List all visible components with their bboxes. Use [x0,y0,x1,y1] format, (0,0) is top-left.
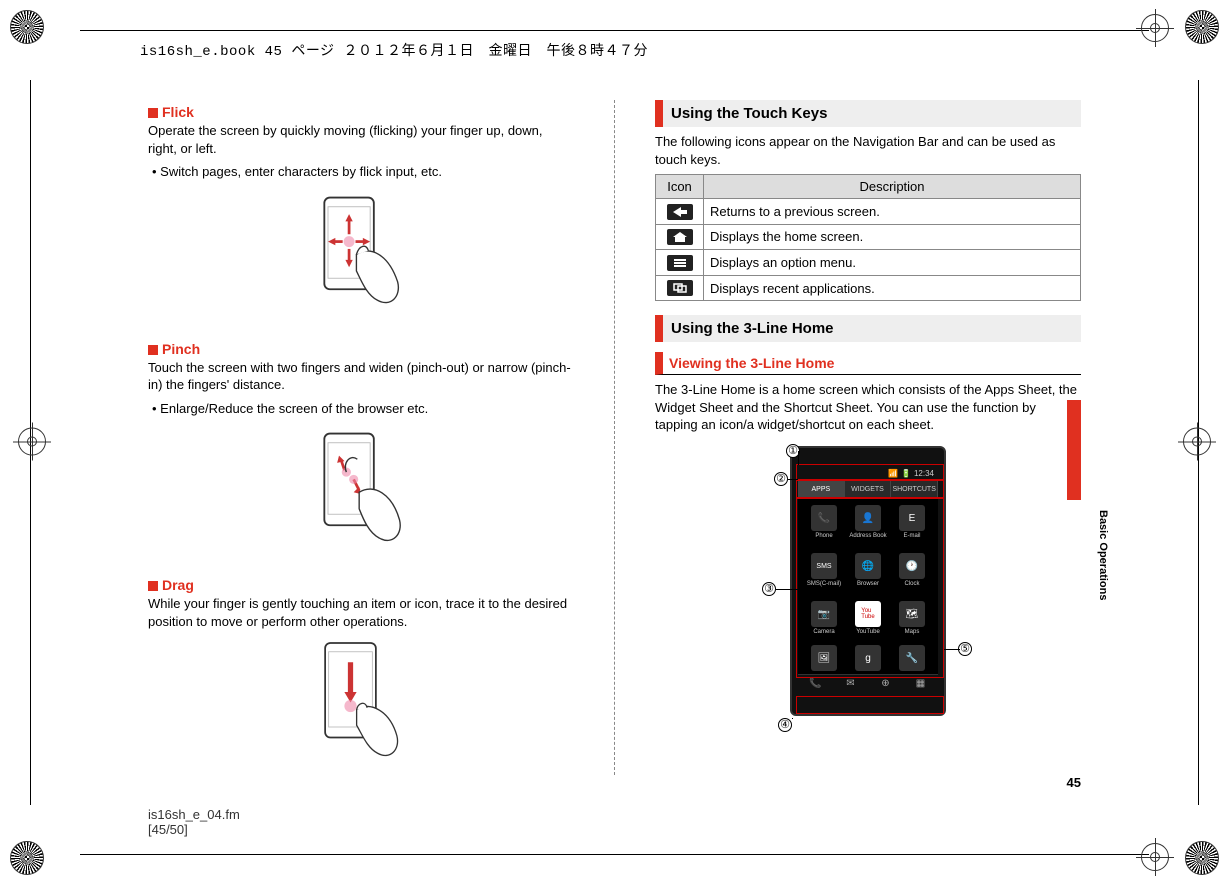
crop-rule [80,854,1149,855]
back-icon [667,204,693,220]
callout-box-tabs [796,480,944,498]
touch-key-table: Icon Description Returns to a previous s… [655,174,1081,301]
pinch-para: Touch the screen with two fingers and wi… [148,359,574,394]
menu-icon [667,255,693,271]
table-head-desc: Description [704,175,1081,199]
callout-line [776,589,798,590]
left-column: Flick Operate the screen by quickly movi… [148,100,574,775]
view-subheading: Viewing the 3-Line Home [655,352,1081,375]
table-cell: Displays the home screen. [704,224,1081,250]
pinch-illustration [306,425,416,565]
table-row: Returns to a previous screen. [656,199,1081,225]
book-header: is16sh_e.book 45 ページ ２０１２年６月１日 金曜日 午後８時４… [140,40,648,60]
home-icon [667,229,693,245]
flick-heading: Flick [148,104,574,120]
flick-para: Operate the screen by quickly moving (fl… [148,122,574,157]
table-head-icon: Icon [656,175,704,199]
side-label: Basic Operations [1097,510,1109,600]
registration-mark [1183,427,1211,458]
callout-4: ④ [778,718,792,732]
flick-bullets: Switch pages, enter characters by flick … [152,163,574,181]
square-bullet-icon [148,345,158,355]
list-item: Switch pages, enter characters by flick … [152,163,574,181]
three-line-home-figure: 📶 🔋 12:34 APPS WIDGETS SHORTCUTS 📞Phone … [748,442,988,742]
heading-text: Pinch [162,341,200,357]
page-body: Flick Operate the screen by quickly movi… [148,100,1081,775]
crop-corner [1109,805,1229,885]
column-separator [614,100,615,775]
drag-heading: Drag [148,577,574,593]
side-tab [1067,400,1081,500]
callout-line [788,479,798,480]
square-bullet-icon [148,108,158,118]
list-item: Enlarge/Reduce the screen of the browser… [152,400,574,418]
pinch-bullets: Enlarge/Reduce the screen of the browser… [152,400,574,418]
crop-corner [0,805,80,885]
callout-line [944,649,960,650]
table-row: Displays recent applications. [656,275,1081,301]
table-cell: Displays an option menu. [704,250,1081,276]
crop-corner [0,0,80,80]
registration-mark [18,427,46,458]
three-line-heading: Using the 3-Line Home [655,315,1081,342]
callout-line [798,451,799,465]
flick-illustration [306,189,416,329]
callout-line [792,718,793,719]
callout-box-apps [796,498,944,678]
recent-apps-icon [667,280,693,296]
crop-rule [80,30,1149,31]
drag-para: While your finger is gently touching an … [148,595,574,630]
crop-corner [1109,0,1229,80]
table-cell: Displays recent applications. [704,275,1081,301]
callout-2: ② [774,472,788,486]
drag-illustration [301,636,421,776]
heading-text: Drag [162,577,194,593]
right-column: Using the Touch Keys The following icons… [655,100,1081,775]
heading-text: Flick [162,104,194,120]
touch-keys-heading: Using the Touch Keys [655,100,1081,127]
table-row: Displays an option menu. [656,250,1081,276]
footer-line1: is16sh_e_04.fm [148,807,240,822]
square-bullet-icon [148,581,158,591]
callout-3: ③ [762,582,776,596]
page-number: 45 [1067,775,1081,790]
pinch-heading: Pinch [148,341,574,357]
callout-5: ⑤ [958,642,972,656]
callout-box-status [796,464,944,480]
view-para: The 3-Line Home is a home screen which c… [655,381,1081,434]
footer-line2: [45/50] [148,822,240,837]
table-row: Displays the home screen. [656,224,1081,250]
callout-box-nav [796,696,944,714]
footer-filename: is16sh_e_04.fm [45/50] [148,807,240,837]
touch-keys-intro: The following icons appear on the Naviga… [655,133,1081,168]
table-cell: Returns to a previous screen. [704,199,1081,225]
